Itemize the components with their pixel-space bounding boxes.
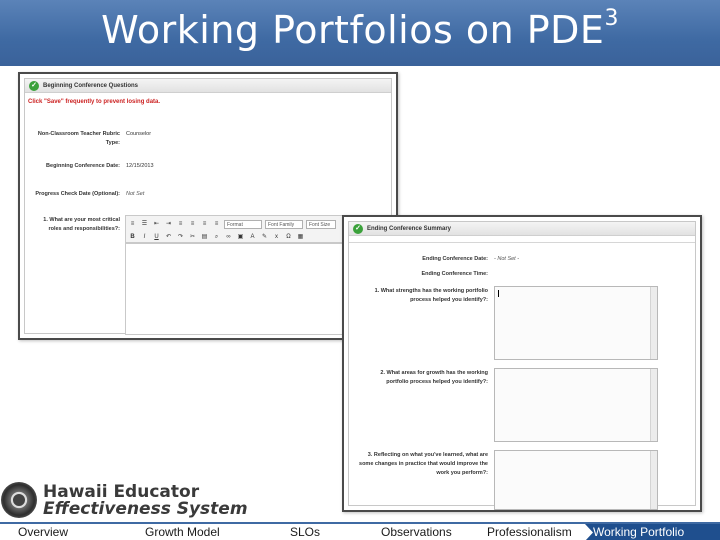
cut-icon[interactable]: ✂ [188,233,197,242]
save-warning: Click "Save" frequently to prevent losin… [28,99,161,105]
nav-working-portfolio[interactable]: Working Portfolio [585,524,720,540]
slide-title: Working Portfolios on PDE3 [101,6,619,52]
highlight-icon[interactable]: ✎ [260,233,269,242]
bullet-list-icon[interactable]: ≡ [128,220,137,229]
growth-areas-textarea[interactable] [494,368,658,442]
nav-observations[interactable]: Observations [381,525,452,539]
slide-header: Working Portfolios on PDE3 [0,0,720,66]
strengths-textarea[interactable] [494,286,658,360]
italic-button[interactable]: I [140,233,149,242]
field-label-beginning-date: Beginning Conference Date: [46,163,120,169]
field-label-rubric-type: Non-Classroom Teacher Rubric Type: [37,131,120,146]
field-value-progress-date[interactable]: Not Set [126,191,144,197]
nav-slos[interactable]: SLOs [290,525,320,539]
field-label-ending-time: Ending Conference Time: [421,271,488,277]
beginning-conference-screenshot: ✓ Beginning Conference Questions Click "… [18,72,398,340]
align-center-icon[interactable]: ≡ [188,220,197,229]
text-caret [498,290,499,297]
hees-logo: Hawaii Educator Effectiveness System [0,482,248,522]
field-value-beginning-date[interactable]: 12/15/2013 [126,163,154,169]
text-color-icon[interactable]: A [248,233,257,242]
justify-icon[interactable]: ≡ [212,220,221,229]
outdent-icon[interactable]: ⇤ [152,220,161,229]
field-label-strengths: 1. What strengths has the working portfo… [374,288,488,303]
indent-icon[interactable]: ⇥ [164,220,173,229]
nav-overview[interactable]: Overview [18,525,68,539]
format-select[interactable]: Format [224,219,262,229]
redo-icon[interactable]: ↷ [176,233,185,242]
field-label-critical-roles: 1. What are your most critical roles and… [43,217,120,232]
field-label-ending-date: Ending Conference Date: [422,256,488,262]
undo-icon[interactable]: ↶ [164,233,173,242]
logo-line-2: Effectiveness System [43,499,248,519]
nav-professionalism[interactable]: Professionalism [487,525,572,539]
field-label-reflection: 3. Reflecting on what you've learned, wh… [359,452,488,476]
scrollbar[interactable] [650,451,657,509]
font-size-select[interactable]: Font Size [306,219,336,229]
paste-icon[interactable]: ▤ [200,233,209,242]
bold-button[interactable]: B [128,233,137,242]
subscript-icon[interactable]: x [272,233,281,242]
divider [349,242,695,243]
image-icon[interactable]: ▣ [236,233,245,242]
footer-navigation: Overview Growth Model SLOs Observations … [0,522,720,540]
field-label-progress-date: Progress Check Date (Optional): [35,191,120,197]
reflection-textarea[interactable] [494,450,658,510]
section-header[interactable]: ✓ Ending Conference Summary [349,222,695,236]
section-title: Ending Conference Summary [367,226,452,232]
underline-button[interactable]: U [152,233,161,242]
field-label-growth-areas: 2. What areas for growth has the working… [380,370,488,385]
align-right-icon[interactable]: ≡ [200,220,209,229]
scrollbar[interactable] [650,287,657,359]
field-value-ending-date[interactable]: - Not Set - [494,256,519,262]
checkmark-icon: ✓ [353,224,363,234]
field-value-rubric-type: Counselor [126,131,152,137]
scrollbar[interactable] [650,369,657,441]
title-superscript: 3 [604,6,619,32]
checkmark-icon: ✓ [29,81,39,91]
numbered-list-icon[interactable]: ☰ [140,220,149,229]
font-family-select[interactable]: Font Family [265,219,303,229]
state-seal-icon [1,482,37,518]
align-left-icon[interactable]: ≡ [176,220,185,229]
ending-conference-screenshot: ✓ Ending Conference Summary Ending Confe… [342,215,702,512]
section-header[interactable]: ✓ Beginning Conference Questions [25,79,391,93]
nav-growth-model[interactable]: Growth Model [145,525,220,539]
find-icon[interactable]: ⌕ [212,233,221,242]
section-title: Beginning Conference Questions [43,83,139,89]
omega-icon[interactable]: Ω [284,233,293,242]
link-icon[interactable]: ∞ [224,233,233,242]
table-icon[interactable]: ▦ [296,233,305,242]
